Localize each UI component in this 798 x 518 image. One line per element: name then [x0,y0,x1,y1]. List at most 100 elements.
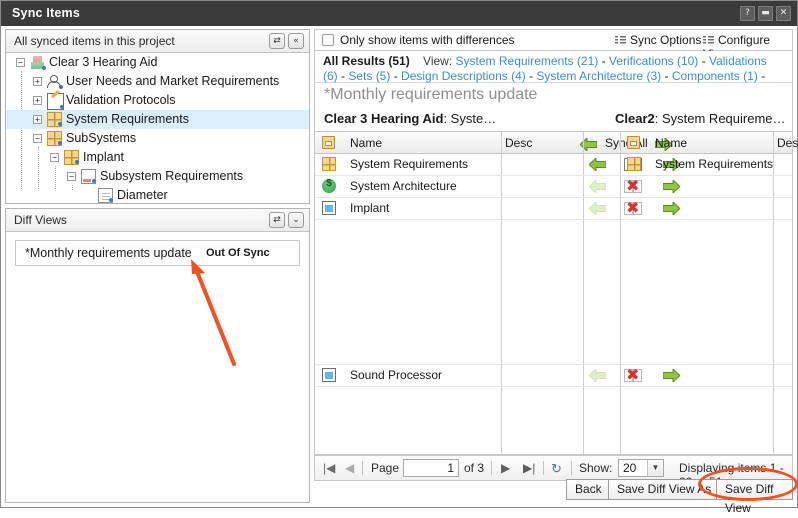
diff-views-panel-header: Diff Views ⇄ ⌄ [6,209,309,232]
annotation-arrow [186,259,246,369]
left-source-path: : Syste… [443,111,496,126]
row-left-name: Implant [350,201,389,215]
expand-icon[interactable]: ⌄ [288,212,304,228]
filter-link-design-descriptions[interactable]: Design Descriptions (4) [401,69,526,83]
tree-node-validation-protocols[interactable]: + Validation Protocols [6,91,309,110]
tree-node-diameter[interactable]: Diameter [6,186,309,203]
grid-header-right-desc[interactable]: Desc [777,132,798,154]
sync-left-arrow-icon[interactable] [589,202,605,215]
separator: - [758,69,765,83]
tree-expander[interactable]: + [33,115,42,124]
left-column-settings-icon[interactable] [322,136,335,149]
tree-expander[interactable]: − [33,134,42,143]
diff-view-title: *Monthly requirements update [324,86,537,104]
separator: - [526,69,537,83]
synced-items-panel: All synced items in this project ⇄ « − C… [5,29,310,204]
right-source-label: Clear2: System Requireme… [615,111,786,126]
separator: - [661,69,672,83]
left-column: All synced items in this project ⇄ « − C… [5,29,310,503]
first-page-button[interactable]: |◀ [323,461,335,475]
divider [571,461,572,475]
back-button[interactable]: Back [566,479,611,500]
filter-link-components[interactable]: Components (1) [672,69,758,83]
diff-views-panel-title: Diff Views [14,213,67,227]
filter-link-verifications[interactable]: Verifications (10) [609,54,698,68]
diff-view-list-item[interactable]: *Monthly requirements update Out Of Sync [15,240,300,266]
comparison-grid: Name Desc Sync All Name Desc [314,131,793,455]
refresh-icon[interactable]: ⇄ [269,33,285,49]
results-filter-bar: All Results (51) View: System Requiremen… [314,51,793,83]
tree-node-implant[interactable]: − Implant [6,148,309,167]
tree-expander[interactable]: − [50,153,59,162]
only-differences-label: Only show items with differences [340,33,515,47]
tree-node-subsystem-requirements[interactable]: − Subsystem Requirements [6,167,309,186]
grid-header-row: Name Desc Sync All Name Desc [315,132,792,154]
sync-right-arrow-icon[interactable] [663,180,679,193]
close-button[interactable]: ✕ [776,6,791,21]
architecture-icon [322,179,336,193]
divider [543,461,544,475]
synced-items-panel-buttons: ⇄ « [269,33,304,49]
collapse-all-icon[interactable]: « [288,33,304,49]
refresh-icon[interactable]: ⇄ [269,212,285,228]
right-column-settings-icon[interactable] [627,136,640,149]
tree-node-label: Diameter [117,186,168,203]
filter-link-system-architecture[interactable]: System Architecture (3) [536,69,661,83]
help-button[interactable]: ? [740,6,755,21]
left-source-name: Clear 3 Hearing Aid [324,111,443,126]
results-toolbar: Only show items with differences Sync Op… [314,29,793,51]
tree-expander[interactable]: − [16,58,25,67]
table-row[interactable]: Sound Processor ✖ [315,364,792,387]
tree-expander[interactable]: − [67,172,76,181]
tree-node-label: Implant [83,148,124,167]
grid-header-left-name[interactable]: Name [350,132,382,154]
grid-icon [47,112,62,127]
table-row[interactable]: Implant ✖ [315,198,792,220]
separator: - [598,54,609,68]
only-differences-checkbox[interactable] [322,34,334,46]
sync-options-button[interactable]: Sync Options [615,33,701,47]
tree-node-label: User Needs and Market Requirements [66,72,279,91]
sync-left-arrow-icon[interactable] [589,369,605,382]
tree-node-label: Subsystem Requirements [100,167,243,186]
sync-left-arrow-icon[interactable] [589,158,605,171]
table-row[interactable]: System Architecture ✖ [315,176,792,198]
tree-node-label: SubSystems [66,129,136,148]
refresh-icon[interactable]: ↻ [551,461,562,477]
page-size-value: 20 [623,461,636,475]
row-right-name: System Requirements [655,157,773,171]
column-divider [583,132,584,154]
tree-node-system-requirements[interactable]: + System Requirements [6,110,309,129]
page-number-input[interactable]: 1 [403,459,459,477]
divider [362,461,363,475]
sync-right-arrow-icon[interactable] [663,202,679,215]
filter-link-system-requirements[interactable]: System Requirements (21) [456,54,599,68]
tree-node-label: Clear 3 Hearing Aid [49,53,157,72]
grid-header-left-desc[interactable]: Desc [505,132,532,154]
right-source-name: Clear2 [615,111,655,126]
tree-node-subsystems[interactable]: − SubSystems [6,129,309,148]
tree-expander[interactable]: + [33,77,42,86]
grid-icon [47,131,62,146]
sync-right-arrow-icon[interactable] [663,369,679,382]
next-page-button[interactable]: ▶ [501,461,510,475]
tree-node-clear-3-hearing-aid[interactable]: − Clear 3 Hearing Aid [6,53,309,72]
table-row[interactable]: System Requirements System Requirements [315,154,792,176]
tree-expander[interactable]: + [33,96,42,105]
grid-icon [627,157,641,171]
minimize-button[interactable]: ▬ [758,6,773,21]
last-page-button[interactable]: ▶| [523,461,535,475]
chevron-down-icon[interactable]: ▼ [647,460,663,476]
list-lines-icon [615,35,626,45]
previous-page-button[interactable]: ◀ [345,461,354,475]
filter-link-sets[interactable]: Sets (5) [348,69,390,83]
tree-node-user-needs[interactable]: + User Needs and Market Requirements [6,72,309,91]
missing-item-icon: ✖ [626,368,639,382]
diff-views-panel-buttons: ⇄ ⌄ [269,212,304,228]
row-left-name: System Architecture [350,179,457,193]
separator: - [698,54,709,68]
page-size-select[interactable]: 20 ▼ [618,459,664,477]
diff-view-status: Out Of Sync [206,247,270,259]
sync-left-arrow-icon[interactable] [589,180,605,193]
grid-header-right-name[interactable]: Name [655,132,687,154]
